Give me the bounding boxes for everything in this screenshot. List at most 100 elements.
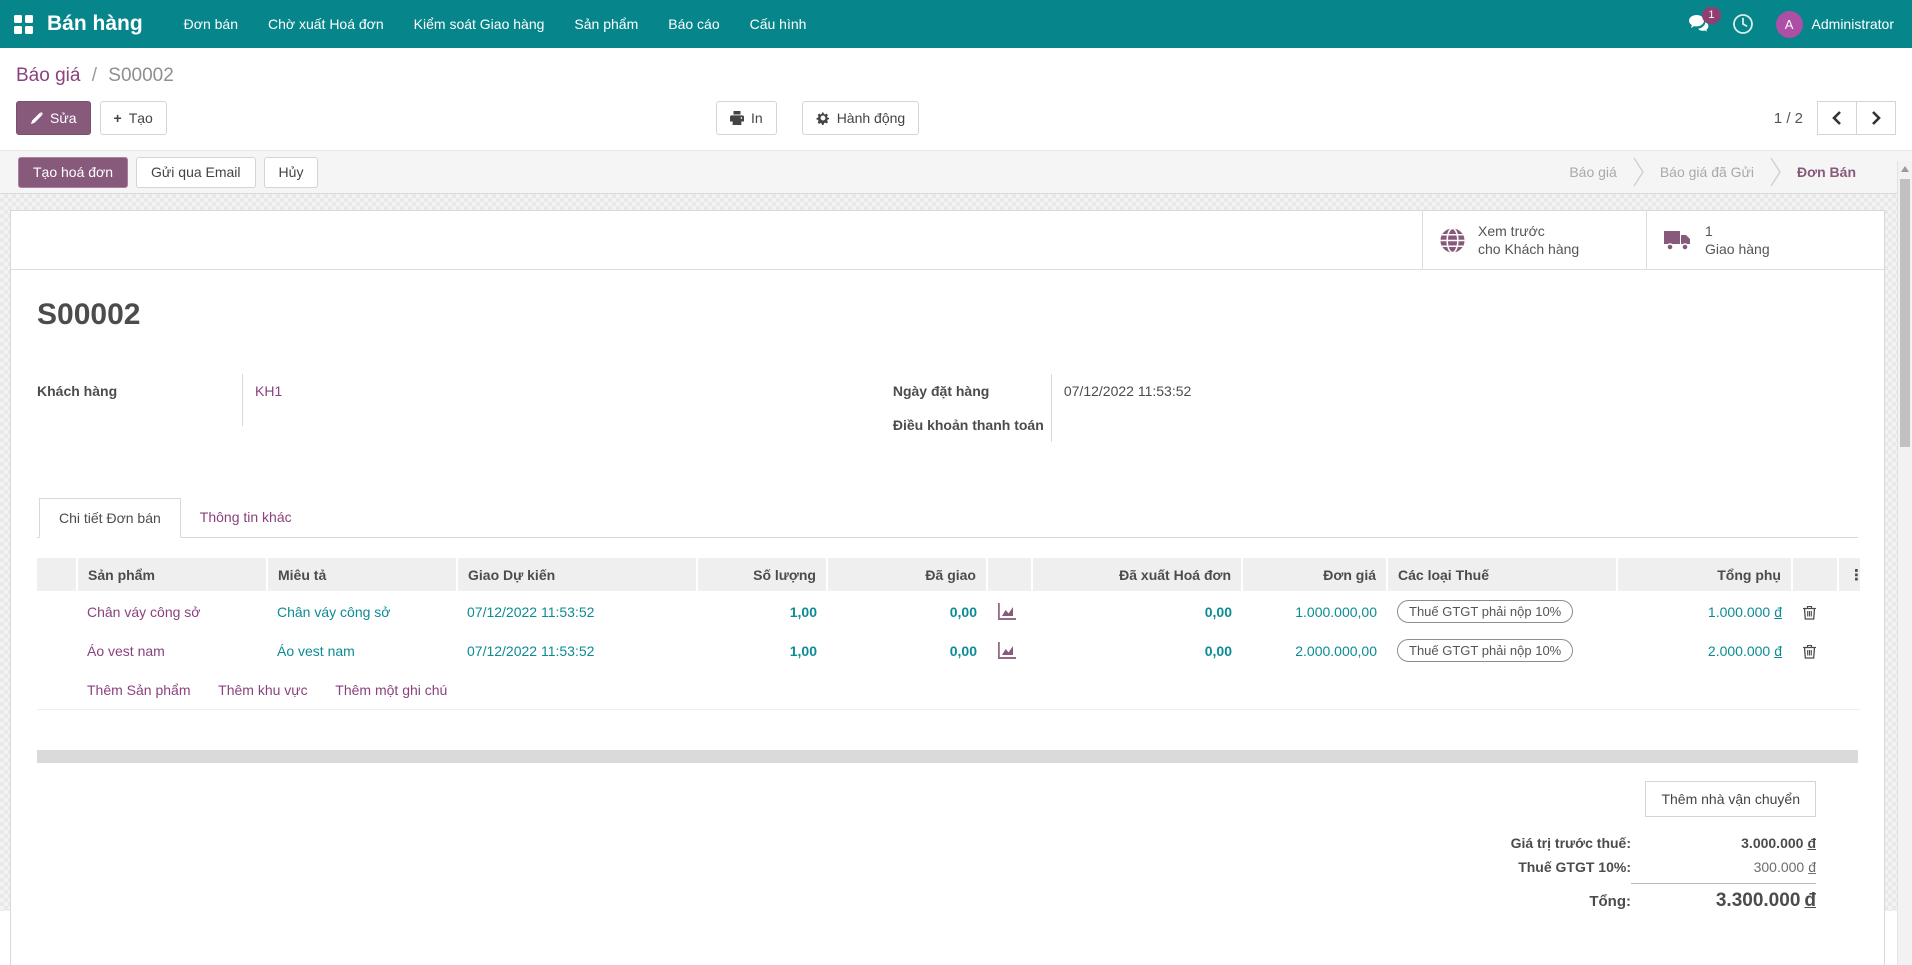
preview-line2: cho Khách hàng <box>1478 241 1580 257</box>
user-menu[interactable]: A Administrator <box>1775 10 1894 38</box>
order-date-value: 07/12/2022 11:53:52 <box>1063 383 1192 399</box>
create-invoice-button[interactable]: Tạo hoá đơn <box>18 156 129 188</box>
add-shipping-button[interactable]: Thêm nhà vận chuyển <box>1645 780 1816 817</box>
customer-value-link[interactable]: KH1 <box>255 383 282 399</box>
optional-columns-toggle[interactable]: ⋮ <box>1837 558 1860 592</box>
col-delivered[interactable]: Đã giao <box>826 558 987 592</box>
clock-icon <box>1732 13 1754 35</box>
plus-icon: + <box>113 110 122 126</box>
product-link[interactable]: Áo vest nam <box>77 630 267 671</box>
stage-arrow-icon <box>1770 157 1781 187</box>
delivery-smart-button[interactable]: 1 Giao hàng <box>1646 211 1884 269</box>
pager-next-button[interactable] <box>1856 101 1896 135</box>
product-link[interactable]: Chân váy công sở <box>77 591 267 632</box>
create-button[interactable]: + Tạo <box>99 101 167 135</box>
currency-symbol: đ <box>1774 642 1782 659</box>
add-product-link[interactable]: Thêm Sản phẩm <box>87 682 191 698</box>
username: Administrator <box>1811 16 1894 32</box>
horizontal-scrollbar[interactable] <box>37 749 1858 763</box>
nav-item-delivery-control[interactable]: Kiểm soát Giao hàng <box>399 0 560 48</box>
totals-section: Thêm nhà vận chuyển Giá trị trước thuế: … <box>37 780 1858 916</box>
order-line-row[interactable]: Chân váy công sở Chân váy công sở 07/12/… <box>37 591 1860 632</box>
invoiced-cell: 0,00 <box>1032 630 1242 671</box>
nav-item-orders[interactable]: Đơn bán <box>169 0 253 48</box>
customer-preview-button[interactable]: Xem trước cho Khách hàng <box>1422 211 1646 269</box>
row-handle <box>37 591 77 632</box>
printer-icon <box>730 111 744 125</box>
tab-order-lines[interactable]: Chi tiết Đơn bán <box>39 498 181 538</box>
col-quantity[interactable]: Số lượng <box>696 558 827 592</box>
description-cell: Chân váy công sở <box>267 591 457 632</box>
add-section-link[interactable]: Thêm khu vực <box>218 682 308 698</box>
vat-value: 300.000 đ <box>1753 858 1816 875</box>
delete-line-button[interactable] <box>1792 630 1838 671</box>
nav-item-configuration[interactable]: Cấu hình <box>735 0 822 48</box>
col-taxes[interactable]: Các loại Thuế <box>1386 558 1617 592</box>
col-subtotal[interactable]: Tổng phụ <box>1616 558 1792 592</box>
add-note-link[interactable]: Thêm một ghi chú <box>335 682 447 698</box>
vertical-scrollbar-thumb[interactable] <box>1900 179 1910 447</box>
col-scheduled-date[interactable]: Giao Dự kiến <box>456 558 697 592</box>
table-header-row: Sản phẩm Miêu tả Giao Dự kiến Số lượng Đ… <box>37 558 1860 592</box>
gear-icon <box>816 111 830 125</box>
forecast-chart-icon[interactable] <box>987 591 1032 632</box>
tab-other-info[interactable]: Thông tin khác <box>181 498 311 537</box>
field-group: Khách hàng KH1 Ngày đặt hàng Điều khoản … <box>37 374 1858 458</box>
breadcrumb-quotation-link[interactable]: Báo giá <box>16 65 80 86</box>
quantity-cell: 1,00 <box>697 591 827 632</box>
edit-button[interactable]: Sửa <box>16 101 91 135</box>
nav-item-products[interactable]: Sản phẩm <box>559 0 653 48</box>
action-button[interactable]: Hành động <box>801 101 920 135</box>
row-handle <box>37 630 77 671</box>
tax-tag: Thuế GTGT phải nộp 10% <box>1397 600 1574 623</box>
chevron-left-icon <box>1832 111 1842 125</box>
status-pipeline: Báo giá Báo giá đã Gửi Đơn Bán <box>1553 157 1872 187</box>
col-description[interactable]: Miêu tả <box>266 558 457 592</box>
order-lines-table: Sản phẩm Miêu tả Giao Dự kiến Số lượng Đ… <box>37 558 1860 710</box>
vertical-scrollbar[interactable] <box>1897 161 1912 965</box>
cancel-button[interactable]: Hủy <box>263 156 319 188</box>
forecast-chart-icon[interactable] <box>987 630 1032 671</box>
delivered-cell: 0,00 <box>827 630 987 671</box>
subtotal-cell: 1.000.000 đ <box>1617 591 1792 632</box>
nav-item-to-invoice[interactable]: Chờ xuất Hoá đơn <box>253 0 399 48</box>
stage-arrow-icon <box>1633 157 1644 187</box>
print-button[interactable]: In <box>716 101 777 135</box>
unit-price-cell: 1.000.000,00 <box>1242 591 1387 632</box>
pencil-icon <box>30 111 43 125</box>
taxes-cell: Thuế GTGT phải nộp 10% <box>1387 591 1617 632</box>
stage-quotation[interactable]: Báo giá <box>1553 164 1632 180</box>
messages-menu[interactable]: 1 <box>1688 7 1721 34</box>
app-brand[interactable]: Bán hàng <box>47 12 143 36</box>
order-line-row[interactable]: Áo vest nam Áo vest nam 07/12/2022 11:53… <box>37 630 1860 671</box>
col-unit-price[interactable]: Đơn giá <box>1241 558 1387 592</box>
quantity-cell: 1,00 <box>697 630 827 671</box>
stage-sales-order[interactable]: Đơn Bán <box>1781 164 1872 180</box>
scheduled-date-cell: 07/12/2022 11:53:52 <box>457 630 697 671</box>
apps-grid-icon[interactable] <box>14 14 33 34</box>
col-forecast-icon <box>986 558 1032 592</box>
currency-symbol: đ <box>1804 889 1816 911</box>
statusbar: Tạo hoá đơn Gửi qua Email Hủy Báo giá Bá… <box>0 150 1912 194</box>
currency-symbol: đ <box>1808 858 1816 875</box>
stage-quotation-sent[interactable]: Báo giá đã Gửi <box>1644 164 1770 180</box>
unit-price-cell: 2.000.000,00 <box>1242 630 1387 671</box>
send-by-email-button[interactable]: Gửi qua Email <box>136 156 256 188</box>
notebook-tabs: Chi tiết Đơn bán Thông tin khác <box>37 498 1858 538</box>
smart-buttons-row: Xem trước cho Khách hàng 1 Giao hàng <box>11 211 1884 270</box>
col-invoiced[interactable]: Đã xuất Hoá đơn <box>1031 558 1242 592</box>
form-sheet: Xem trước cho Khách hàng 1 Giao hàng S00… <box>10 210 1885 965</box>
vat-label: Thuế GTGT 10%: <box>1518 858 1631 875</box>
nav-item-reporting[interactable]: Báo cáo <box>653 0 734 48</box>
pager-value: 1 / 2 <box>1773 109 1803 127</box>
currency-symbol: đ <box>1807 834 1816 851</box>
col-product[interactable]: Sản phẩm <box>76 558 267 592</box>
delivery-label: Giao hàng <box>1705 241 1770 257</box>
activities-menu[interactable] <box>1732 13 1754 35</box>
pager-previous-button[interactable] <box>1817 101 1857 135</box>
scheduled-date-cell: 07/12/2022 11:53:52 <box>457 591 697 632</box>
order-date-label: Ngày đặt hàng <box>892 383 990 399</box>
breadcrumb-separator: / <box>91 65 98 86</box>
scroll-up-arrow-icon[interactable] <box>1901 166 1909 172</box>
delete-line-button[interactable] <box>1792 591 1838 632</box>
